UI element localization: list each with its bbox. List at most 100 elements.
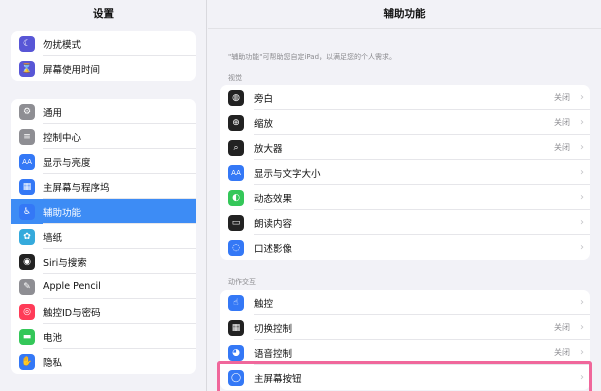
settings-row-label: 语音控制: [254, 348, 293, 360]
sidebar-title: 设置: [93, 8, 114, 20]
chevron-right-icon: ›: [580, 217, 584, 228]
sidebar-item[interactable]: ♿ 辅助功能: [11, 199, 196, 224]
sidebar-item-label: 勿扰模式: [43, 39, 82, 51]
settings-sidebar: 设置 ☾ 勿扰模式 ⌛ 屏幕使用时间 ⚙ 通用 ≡ 控制中心 AA 显示与亮度 ▦ 主屏幕与程序坞 ♿…: [0, 0, 207, 391]
sidebar-item[interactable]: ▬ 电池: [11, 324, 196, 349]
text-size-icon: AA: [19, 153, 35, 170]
sidebar-item-label: 辅助功能: [43, 207, 82, 219]
sidebar-item[interactable]: ✋ 隐私: [11, 349, 196, 374]
page-description: "辅助功能"可帮助您自定iPad，以满足您的个人需求。: [228, 53, 397, 61]
settings-row[interactable]: ◯ 主屏幕按钮 ›: [220, 365, 590, 390]
chevron-right-icon: ›: [580, 167, 584, 178]
sidebar-item[interactable]: ▦ 主屏幕与程序坞: [11, 174, 196, 199]
zoom-icon: ⊕: [228, 114, 244, 131]
settings-row-label: 显示与文字大小: [254, 168, 321, 180]
sidebar-item[interactable]: ⌛ 屏幕使用时间: [11, 56, 196, 81]
header-divider: [208, 28, 601, 29]
accessibility-panel: 辅助功能 "辅助功能"可帮助您自定iPad，以满足您的个人需求。 视觉 ◍ 旁白关…: [208, 0, 601, 391]
sidebar-item-label: 控制中心: [43, 132, 82, 144]
sidebar-item[interactable]: ☾ 勿扰模式: [11, 31, 196, 56]
chevron-right-icon: ›: [580, 192, 584, 203]
magnifier-icon: ⌕: [228, 139, 244, 156]
chevron-right-icon: ›: [580, 92, 584, 103]
speech-bubble-icon: ▭: [228, 214, 244, 231]
sidebar-item-label: 显示与亮度: [43, 157, 91, 169]
settings-row-value: 关闭: [554, 118, 570, 127]
sidebar-item[interactable]: ◎ 触控ID与密码: [11, 299, 196, 324]
sidebar-group-focus: ☾ 勿扰模式 ⌛ 屏幕使用时间: [11, 31, 196, 81]
page-title: 辅助功能: [383, 8, 426, 20]
sidebar-item-label: 墙纸: [43, 232, 63, 244]
sidebar-item[interactable]: ◉ Siri与搜索: [11, 249, 196, 274]
section-label-vision: 视觉: [228, 74, 242, 82]
settings-row-label: 口述影像: [254, 243, 293, 255]
settings-row-value: 关闭: [554, 323, 570, 332]
interaction-settings-group: ☝ 触控 › ▦ 切换控制 关闭 › ◕ 语音控制 关闭 › ◯ 主屏幕按钮 ›: [220, 290, 590, 390]
sidebar-item-label: Siri与搜索: [43, 257, 87, 269]
sidebar-item-label: Apple Pencil: [43, 281, 101, 292]
settings-row-label: 缩放: [254, 118, 274, 130]
sidebar-item-label: 触控ID与密码: [43, 307, 101, 319]
settings-row[interactable]: AA 显示与文字大小 ›: [220, 160, 590, 185]
audio-description-icon: ◌: [228, 239, 244, 256]
home-grid-icon: ▦: [19, 178, 35, 195]
sidebar-group-main: ⚙ 通用 ≡ 控制中心 AA 显示与亮度 ▦ 主屏幕与程序坞 ♿ 辅助功能 ✿ 墙纸 ◉ Siri与搜索 ✎…: [11, 99, 196, 374]
pencil-icon: ✎: [19, 278, 35, 295]
sidebar-item[interactable]: ✎ Apple Pencil: [11, 274, 196, 299]
fingerprint-icon: ◎: [19, 303, 35, 320]
chevron-right-icon: ›: [580, 347, 584, 358]
touch-icon: ☝: [228, 294, 244, 311]
motion-icon: ◐: [228, 189, 244, 206]
moon-icon: ☾: [19, 35, 35, 52]
accessibility-icon: ♿: [19, 203, 35, 220]
text-size-icon: AA: [228, 164, 244, 181]
voice-control-icon: ◕: [228, 344, 244, 361]
sidebar-item-label: 主屏幕与程序坞: [43, 182, 110, 194]
settings-row[interactable]: ⊕ 缩放 关闭 ›: [220, 110, 590, 135]
toggles-icon: ≡: [19, 128, 35, 145]
hand-icon: ✋: [19, 353, 35, 370]
sidebar-item[interactable]: ✿ 墙纸: [11, 224, 196, 249]
settings-row-label: 主屏幕按钮: [254, 373, 302, 385]
flower-icon: ✿: [19, 228, 35, 245]
settings-row-label: 切换控制: [254, 323, 293, 335]
settings-row-label: 触控: [254, 298, 274, 310]
vision-settings-group: ◍ 旁白 关闭 › ⊕ 缩放 关闭 › ⌕ 放大器 关闭 › AA 显示与文字大小 › ◐ 动态效果 › ▭ 朗读内容…: [220, 85, 590, 260]
settings-row[interactable]: ▦ 切换控制 关闭 ›: [220, 315, 590, 340]
settings-row-label: 动态效果: [254, 193, 293, 205]
settings-row-value: 关闭: [554, 143, 570, 152]
settings-row-value: 关闭: [554, 93, 570, 102]
chevron-right-icon: ›: [580, 142, 584, 153]
chevron-right-icon: ›: [580, 297, 584, 308]
sidebar-item[interactable]: ≡ 控制中心: [11, 124, 196, 149]
settings-row[interactable]: ◕ 语音控制 关闭 ›: [220, 340, 590, 365]
settings-row[interactable]: ◐ 动态效果 ›: [220, 185, 590, 210]
sidebar-item[interactable]: ⚙ 通用: [11, 99, 196, 124]
sidebar-item-label: 屏幕使用时间: [43, 64, 101, 76]
settings-row[interactable]: ◍ 旁白 关闭 ›: [220, 85, 590, 110]
gear-icon: ⚙: [19, 103, 35, 120]
switch-control-icon: ▦: [228, 319, 244, 336]
hourglass-icon: ⌛: [19, 60, 35, 77]
battery-icon: ▬: [19, 328, 35, 345]
settings-row[interactable]: ◌ 口述影像 ›: [220, 235, 590, 260]
chevron-right-icon: ›: [580, 322, 584, 333]
settings-row[interactable]: ▭ 朗读内容 ›: [220, 210, 590, 235]
chevron-right-icon: ›: [580, 117, 584, 128]
voiceover-icon: ◍: [228, 89, 244, 106]
home-button-icon: ◯: [228, 369, 244, 386]
settings-row[interactable]: ☝ 触控 ›: [220, 290, 590, 315]
settings-row-value: 关闭: [554, 348, 570, 357]
sidebar-item[interactable]: AA 显示与亮度: [11, 149, 196, 174]
sidebar-item-label: 隐私: [43, 357, 63, 369]
settings-row[interactable]: ⌕ 放大器 关闭 ›: [220, 135, 590, 160]
sidebar-item-label: 电池: [43, 332, 63, 344]
sidebar-item-label: 通用: [43, 107, 63, 119]
chevron-right-icon: ›: [580, 372, 584, 383]
settings-row-label: 旁白: [254, 93, 274, 105]
settings-row-label: 朗读内容: [254, 218, 293, 230]
siri-icon: ◉: [19, 253, 35, 270]
section-label-interaction: 动作交互: [228, 278, 256, 286]
settings-row-label: 放大器: [254, 143, 283, 155]
chevron-right-icon: ›: [580, 242, 584, 253]
